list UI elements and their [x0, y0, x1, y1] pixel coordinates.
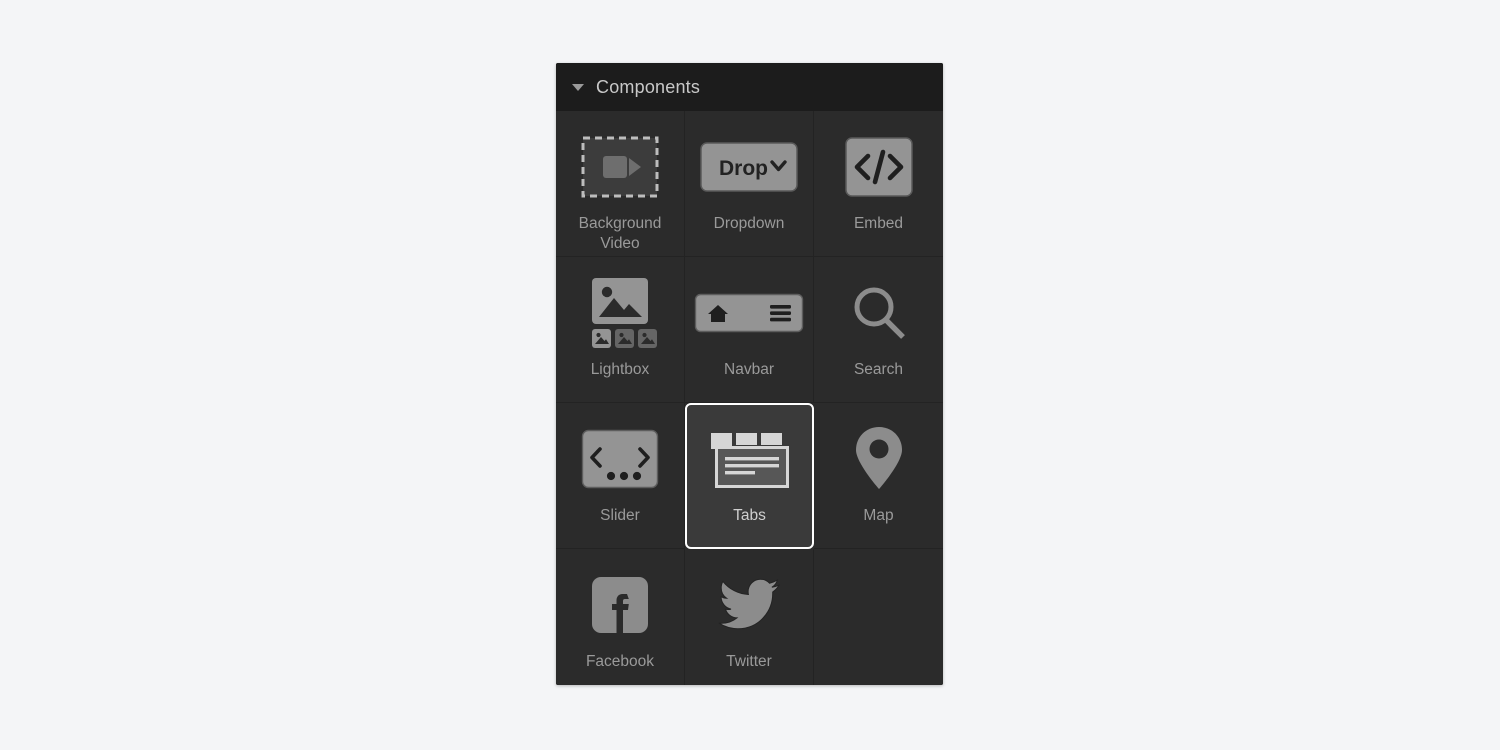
svg-text:Drop: Drop — [719, 157, 768, 180]
component-item-twitter[interactable]: Twitter — [685, 549, 814, 685]
navbar-icon — [694, 275, 804, 351]
screen-root: Components Background Video Drop Dropdow… — [0, 0, 1500, 750]
component-label: Map — [863, 507, 894, 524]
lightbox-icon — [581, 275, 659, 351]
component-item-navbar[interactable]: Navbar — [685, 257, 814, 403]
slider-icon — [581, 421, 659, 497]
component-label: Slider — [600, 507, 640, 524]
component-label: Dropdown — [713, 215, 785, 232]
component-item-lightbox[interactable]: Lightbox — [556, 257, 685, 403]
component-item-facebook[interactable]: Facebook — [556, 549, 685, 685]
panel-title: Components — [596, 76, 701, 97]
component-label: Navbar — [724, 361, 774, 378]
background-video-icon — [581, 129, 659, 205]
component-grid-empty-slot — [814, 549, 943, 685]
component-item-background-video[interactable]: Background Video — [556, 111, 685, 257]
component-label: Twitter — [726, 653, 772, 670]
components-grid: Background Video Drop Dropdown Embed Lig… — [556, 111, 943, 685]
component-label: Tabs — [733, 507, 766, 524]
component-label: Search — [853, 361, 904, 378]
triangle-down-icon[interactable] — [572, 83, 584, 91]
facebook-icon — [591, 567, 649, 643]
embed-code-icon — [844, 129, 914, 205]
component-label: Lightbox — [590, 361, 650, 378]
component-label: Embed — [853, 215, 904, 232]
component-label: Facebook — [585, 653, 655, 670]
component-item-tabs[interactable]: Tabs — [685, 403, 814, 549]
dropdown-icon: Drop — [699, 129, 799, 205]
map-pin-icon — [851, 421, 907, 497]
components-panel-header[interactable]: Components — [556, 63, 943, 111]
component-item-map[interactable]: Map — [814, 403, 943, 549]
component-item-embed[interactable]: Embed — [814, 111, 943, 257]
tabs-icon — [707, 421, 793, 497]
component-label: Background Video — [578, 215, 662, 253]
search-icon — [848, 275, 910, 351]
twitter-icon — [718, 567, 780, 643]
component-item-slider[interactable]: Slider — [556, 403, 685, 549]
component-item-search[interactable]: Search — [814, 257, 943, 403]
components-panel: Components Background Video Drop Dropdow… — [556, 63, 943, 685]
component-item-dropdown[interactable]: Drop Dropdown — [685, 111, 814, 257]
